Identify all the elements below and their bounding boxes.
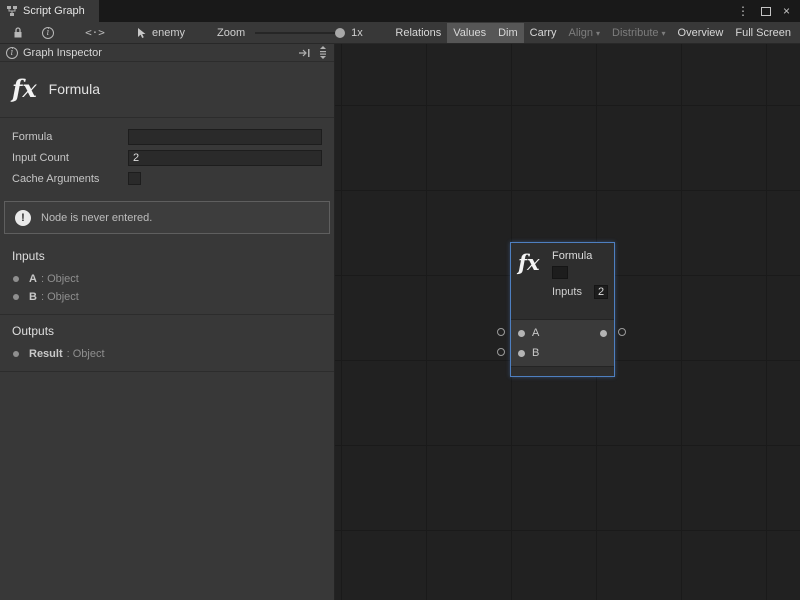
full-screen-button[interactable]: Full Screen <box>729 23 797 43</box>
chevron-down-icon: ▾ <box>662 29 666 38</box>
zoom-slider-handle[interactable] <box>335 28 345 38</box>
node-inputs-row: Inputs 2 <box>552 285 608 299</box>
window-tab-bar: Script Graph ⋮ × <box>0 0 800 22</box>
cursor-icon <box>136 27 147 39</box>
inspector-header-icons <box>298 46 328 60</box>
chevron-down-icon: ▾ <box>596 29 600 38</box>
formula-field-row: Formula <box>0 128 334 147</box>
script-graph-icon <box>6 5 18 17</box>
unit-title: Formula <box>49 81 100 97</box>
port-bullet-icon <box>13 294 19 300</box>
lock-icon[interactable] <box>8 22 28 44</box>
output-result-name: Result <box>29 348 63 360</box>
maximize-button[interactable] <box>761 7 771 16</box>
port-row-a: A <box>511 323 614 343</box>
warning-icon: ! <box>15 210 31 226</box>
outputs-section: Outputs Result : Object <box>0 315 334 372</box>
window-menu-button[interactable]: ⋮ <box>737 4 749 18</box>
port-a-label: A <box>532 327 539 339</box>
port-row-b: B <box>511 343 614 363</box>
graph-canvas[interactable]: fx Formula Inputs 2 A <box>335 44 800 600</box>
tab-label: Script Graph <box>23 5 85 17</box>
inputs-section: Inputs A : Object B : Object <box>0 240 334 315</box>
cache-arguments-field-row: Cache Arguments <box>0 170 334 189</box>
info-icon: i <box>6 47 18 59</box>
input-count-field-row: Input Count <box>0 149 334 168</box>
node-inputs-label: Inputs <box>552 286 582 298</box>
carry-button[interactable]: Carry <box>524 23 563 43</box>
inspector-fields: Formula Input Count Cache Arguments <box>0 118 334 189</box>
inspector-title-block: fx Formula <box>0 62 334 118</box>
connection-point-result[interactable] <box>618 328 626 336</box>
cache-arguments-checkbox[interactable] <box>128 172 141 185</box>
node-header: fx Formula Inputs 2 <box>511 243 614 319</box>
info-icon-glyph: i <box>42 27 54 39</box>
graph-toolbar: i <·> enemy Zoom 1x Relations Values Dim… <box>0 22 800 44</box>
output-result-type: : Object <box>67 348 105 360</box>
relations-button[interactable]: Relations <box>389 23 447 43</box>
list-item: A : Object <box>0 270 334 288</box>
fx-icon: fx <box>12 74 37 103</box>
input-a-type: : Object <box>41 273 79 285</box>
port-b-label: B <box>532 347 539 359</box>
input-b-name: B <box>29 291 37 303</box>
graph-inspector-panel: i Graph Inspector <box>0 44 335 600</box>
input-count-field-label: Input Count <box>12 152 69 164</box>
graph-inspector-title: Graph Inspector <box>23 47 102 59</box>
fx-icon: fx <box>518 250 546 319</box>
node-ports: A B <box>511 319 614 366</box>
node-footer <box>511 366 614 376</box>
align-button[interactable]: Align▾ <box>563 23 606 43</box>
outputs-section-header: Outputs <box>0 315 334 345</box>
zoom-label: Zoom <box>217 27 245 39</box>
warning-box: ! Node is never entered. <box>4 201 330 234</box>
node-inputs-count[interactable]: 2 <box>594 285 608 299</box>
tab-script-graph[interactable]: Script Graph <box>0 0 99 22</box>
distribute-button-label: Distribute <box>612 27 658 39</box>
align-button-label: Align <box>569 27 593 39</box>
node-header-main: Formula Inputs 2 <box>552 250 608 319</box>
graph-reference-label: enemy <box>152 27 185 39</box>
input-b-type: : Object <box>41 291 79 303</box>
graph-reference[interactable]: enemy <box>136 27 185 39</box>
window-controls: ⋮ × <box>737 0 800 22</box>
close-button[interactable]: × <box>783 4 790 18</box>
dock-panel-icon[interactable] <box>298 48 311 58</box>
port-bullet-icon <box>13 351 19 357</box>
connection-point-b[interactable] <box>497 348 505 356</box>
values-button[interactable]: Values <box>447 23 492 43</box>
toolbar-buttons: Relations Values Dim Carry Align▾ Distri… <box>389 22 800 44</box>
cache-arguments-field-label: Cache Arguments <box>12 173 99 185</box>
connection-point-a[interactable] <box>497 328 505 336</box>
formula-input[interactable] <box>128 129 322 145</box>
warning-text: Node is never entered. <box>41 212 152 224</box>
zoom-slider-track[interactable] <box>255 32 343 34</box>
port-bullet-icon <box>13 276 19 282</box>
inputs-section-header: Inputs <box>0 240 334 270</box>
edit-graph-icon[interactable]: <·> <box>82 22 108 44</box>
dim-button[interactable]: Dim <box>492 23 524 43</box>
node-formula-input[interactable] <box>552 266 568 279</box>
zoom-slider[interactable] <box>255 27 343 39</box>
input-port-a[interactable] <box>518 330 525 337</box>
input-port-b[interactable] <box>518 350 525 357</box>
output-port-result[interactable] <box>600 330 607 337</box>
zoom-value: 1x <box>351 27 363 39</box>
formula-node[interactable]: fx Formula Inputs 2 A <box>510 242 615 377</box>
list-item: Result : Object <box>0 345 334 363</box>
node-title: Formula <box>552 250 608 262</box>
formula-field-label: Formula <box>12 131 52 143</box>
input-a-name: A <box>29 273 37 285</box>
distribute-button[interactable]: Distribute ▾ <box>606 23 671 43</box>
graph-inspector-header: i Graph Inspector <box>0 44 334 62</box>
info-icon[interactable]: i <box>38 22 58 44</box>
unity-script-graph-window: Script Graph ⋮ × i <·> enemy Zo <box>0 0 800 600</box>
overview-button[interactable]: Overview <box>672 23 730 43</box>
pane-menu-icon[interactable] <box>318 46 328 60</box>
input-count-input[interactable] <box>128 150 322 166</box>
list-item: B : Object <box>0 288 334 306</box>
